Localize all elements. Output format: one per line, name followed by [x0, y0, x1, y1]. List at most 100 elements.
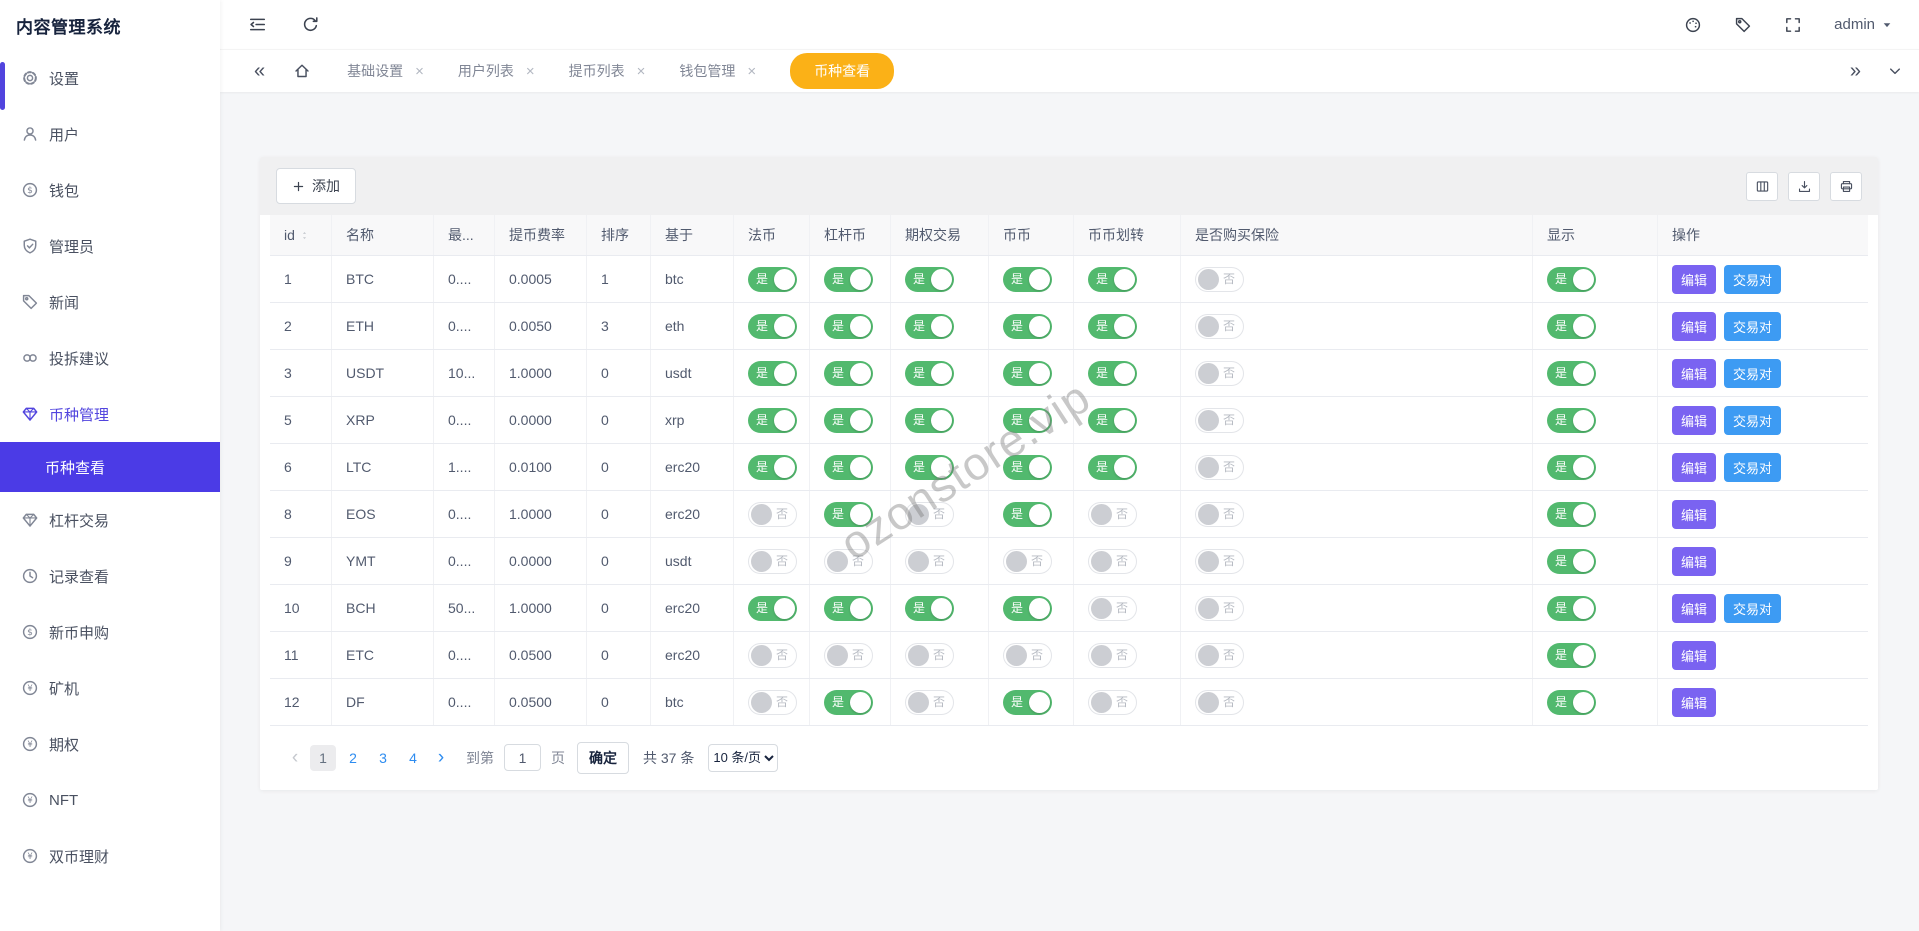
edit-button[interactable]: 编辑 — [1672, 453, 1716, 482]
page-size-select[interactable]: 10 条/页 — [708, 744, 778, 772]
toggle-on[interactable]: 是 — [824, 314, 873, 339]
toggle-off[interactable]: 否 — [1195, 267, 1244, 292]
trade-pair-button[interactable]: 交易对 — [1724, 359, 1781, 388]
toggle-off[interactable]: 否 — [1003, 643, 1052, 668]
toggle-on[interactable]: 是 — [905, 596, 954, 621]
toggle-off[interactable]: 否 — [905, 643, 954, 668]
close-icon[interactable]: × — [637, 63, 646, 80]
sidebar-subitem-coin-view[interactable]: 币种查看 — [0, 442, 220, 492]
toggle-off[interactable]: 否 — [1088, 596, 1137, 621]
page-number[interactable]: 1 — [310, 745, 336, 771]
toggle-on[interactable]: 是 — [905, 361, 954, 386]
sidebar-scrollbar[interactable] — [0, 62, 5, 110]
sidebar-item-admins[interactable]: 管理员 — [0, 218, 220, 274]
toggle-on[interactable]: 是 — [824, 455, 873, 480]
edit-button[interactable]: 编辑 — [1672, 500, 1716, 529]
sidebar-item-coin-manage[interactable]: 币种管理 — [0, 386, 220, 442]
page-number[interactable]: 4 — [400, 745, 426, 771]
toggle-on[interactable]: 是 — [748, 596, 797, 621]
sidebar-item-records[interactable]: 记录查看 — [0, 548, 220, 604]
toggle-on[interactable]: 是 — [1003, 596, 1052, 621]
sidebar-item-feedback[interactable]: 投拆建议 — [0, 330, 220, 386]
toggle-on[interactable]: 是 — [1547, 596, 1596, 621]
toggle-on[interactable]: 是 — [1088, 314, 1137, 339]
toggle-on[interactable]: 是 — [1088, 455, 1137, 480]
toggle-on[interactable]: 是 — [824, 267, 873, 292]
edit-button[interactable]: 编辑 — [1672, 641, 1716, 670]
trade-pair-button[interactable]: 交易对 — [1724, 312, 1781, 341]
toggle-on[interactable]: 是 — [1003, 361, 1052, 386]
toggle-off[interactable]: 否 — [748, 549, 797, 574]
edit-button[interactable]: 编辑 — [1672, 406, 1716, 435]
toggle-on[interactable]: 是 — [748, 314, 797, 339]
toggle-on[interactable]: 是 — [1547, 549, 1596, 574]
close-icon[interactable]: × — [747, 63, 756, 80]
refresh-icon[interactable] — [301, 15, 320, 34]
toggle-on[interactable]: 是 — [905, 408, 954, 433]
toggle-on[interactable]: 是 — [1088, 267, 1137, 292]
tab-wallet-manage[interactable]: 钱包管理× — [679, 61, 756, 81]
toggle-on[interactable]: 是 — [1547, 361, 1596, 386]
toggle-off[interactable]: 否 — [1195, 408, 1244, 433]
edit-button[interactable]: 编辑 — [1672, 594, 1716, 623]
toggle-on[interactable]: 是 — [1088, 361, 1137, 386]
sidebar-item-leverage-trade[interactable]: 杠杆交易 — [0, 492, 220, 548]
menu-fold-icon[interactable] — [248, 15, 267, 34]
toggle-on[interactable]: 是 — [1088, 408, 1137, 433]
edit-button[interactable]: 编辑 — [1672, 688, 1716, 717]
toggle-on[interactable]: 是 — [824, 361, 873, 386]
toggle-off[interactable]: 否 — [1195, 361, 1244, 386]
toggle-on[interactable]: 是 — [824, 502, 873, 527]
chevron-down-icon[interactable] — [1887, 63, 1903, 79]
sidebar-item-settings[interactable]: 设置 — [0, 50, 220, 106]
toggle-on[interactable]: 是 — [905, 314, 954, 339]
trade-pair-button[interactable]: 交易对 — [1724, 265, 1781, 294]
toggle-on[interactable]: 是 — [748, 408, 797, 433]
toggle-on[interactable]: 是 — [1547, 408, 1596, 433]
page-number[interactable]: 2 — [340, 745, 366, 771]
trade-pair-button[interactable]: 交易对 — [1724, 453, 1781, 482]
close-icon[interactable]: × — [526, 63, 535, 80]
edit-button[interactable]: 编辑 — [1672, 312, 1716, 341]
toggle-off[interactable]: 否 — [748, 502, 797, 527]
trade-pair-button[interactable]: 交易对 — [1724, 406, 1781, 435]
close-icon[interactable]: × — [415, 63, 424, 80]
toggle-off[interactable]: 否 — [1195, 549, 1244, 574]
edit-button[interactable]: 编辑 — [1672, 359, 1716, 388]
trade-pair-button[interactable]: 交易对 — [1724, 594, 1781, 623]
tab-withdraw-list[interactable]: 提币列表× — [569, 61, 646, 81]
toggle-on[interactable]: 是 — [1003, 690, 1052, 715]
toggle-on[interactable]: 是 — [1003, 314, 1052, 339]
toggle-off[interactable]: 否 — [1003, 549, 1052, 574]
toggle-on[interactable]: 是 — [824, 690, 873, 715]
toggle-off[interactable]: 否 — [824, 549, 873, 574]
toggle-on[interactable]: 是 — [1547, 502, 1596, 527]
print-button[interactable] — [1830, 172, 1862, 201]
toggle-on[interactable]: 是 — [1547, 690, 1596, 715]
page-number[interactable]: 3 — [370, 745, 396, 771]
tab-basic-settings[interactable]: 基础设置× — [347, 61, 424, 81]
toggle-on[interactable]: 是 — [1547, 643, 1596, 668]
toggle-on[interactable]: 是 — [905, 267, 954, 292]
toggle-off[interactable]: 否 — [748, 690, 797, 715]
toggle-off[interactable]: 否 — [1195, 643, 1244, 668]
columns-button[interactable] — [1746, 172, 1778, 201]
add-button[interactable]: 添加 — [276, 168, 356, 204]
sidebar-item-users[interactable]: 用户 — [0, 106, 220, 162]
user-menu[interactable]: admin — [1834, 16, 1893, 33]
sidebar-item-options[interactable]: 期权 — [0, 716, 220, 772]
tag-icon[interactable] — [1734, 16, 1752, 34]
sidebar-item-wallet[interactable]: 钱包 — [0, 162, 220, 218]
edit-button[interactable]: 编辑 — [1672, 547, 1716, 576]
toggle-off[interactable]: 否 — [1088, 549, 1137, 574]
palette-icon[interactable] — [1684, 16, 1702, 34]
toggle-on[interactable]: 是 — [824, 408, 873, 433]
toggle-off[interactable]: 否 — [905, 502, 954, 527]
sidebar-item-news[interactable]: 新闻 — [0, 274, 220, 330]
column-header[interactable]: id — [270, 215, 332, 255]
toggle-on[interactable]: 是 — [748, 267, 797, 292]
toggle-on[interactable]: 是 — [748, 455, 797, 480]
toggle-off[interactable]: 否 — [824, 643, 873, 668]
toggle-off[interactable]: 否 — [1195, 455, 1244, 480]
toggle-on[interactable]: 是 — [1003, 408, 1052, 433]
